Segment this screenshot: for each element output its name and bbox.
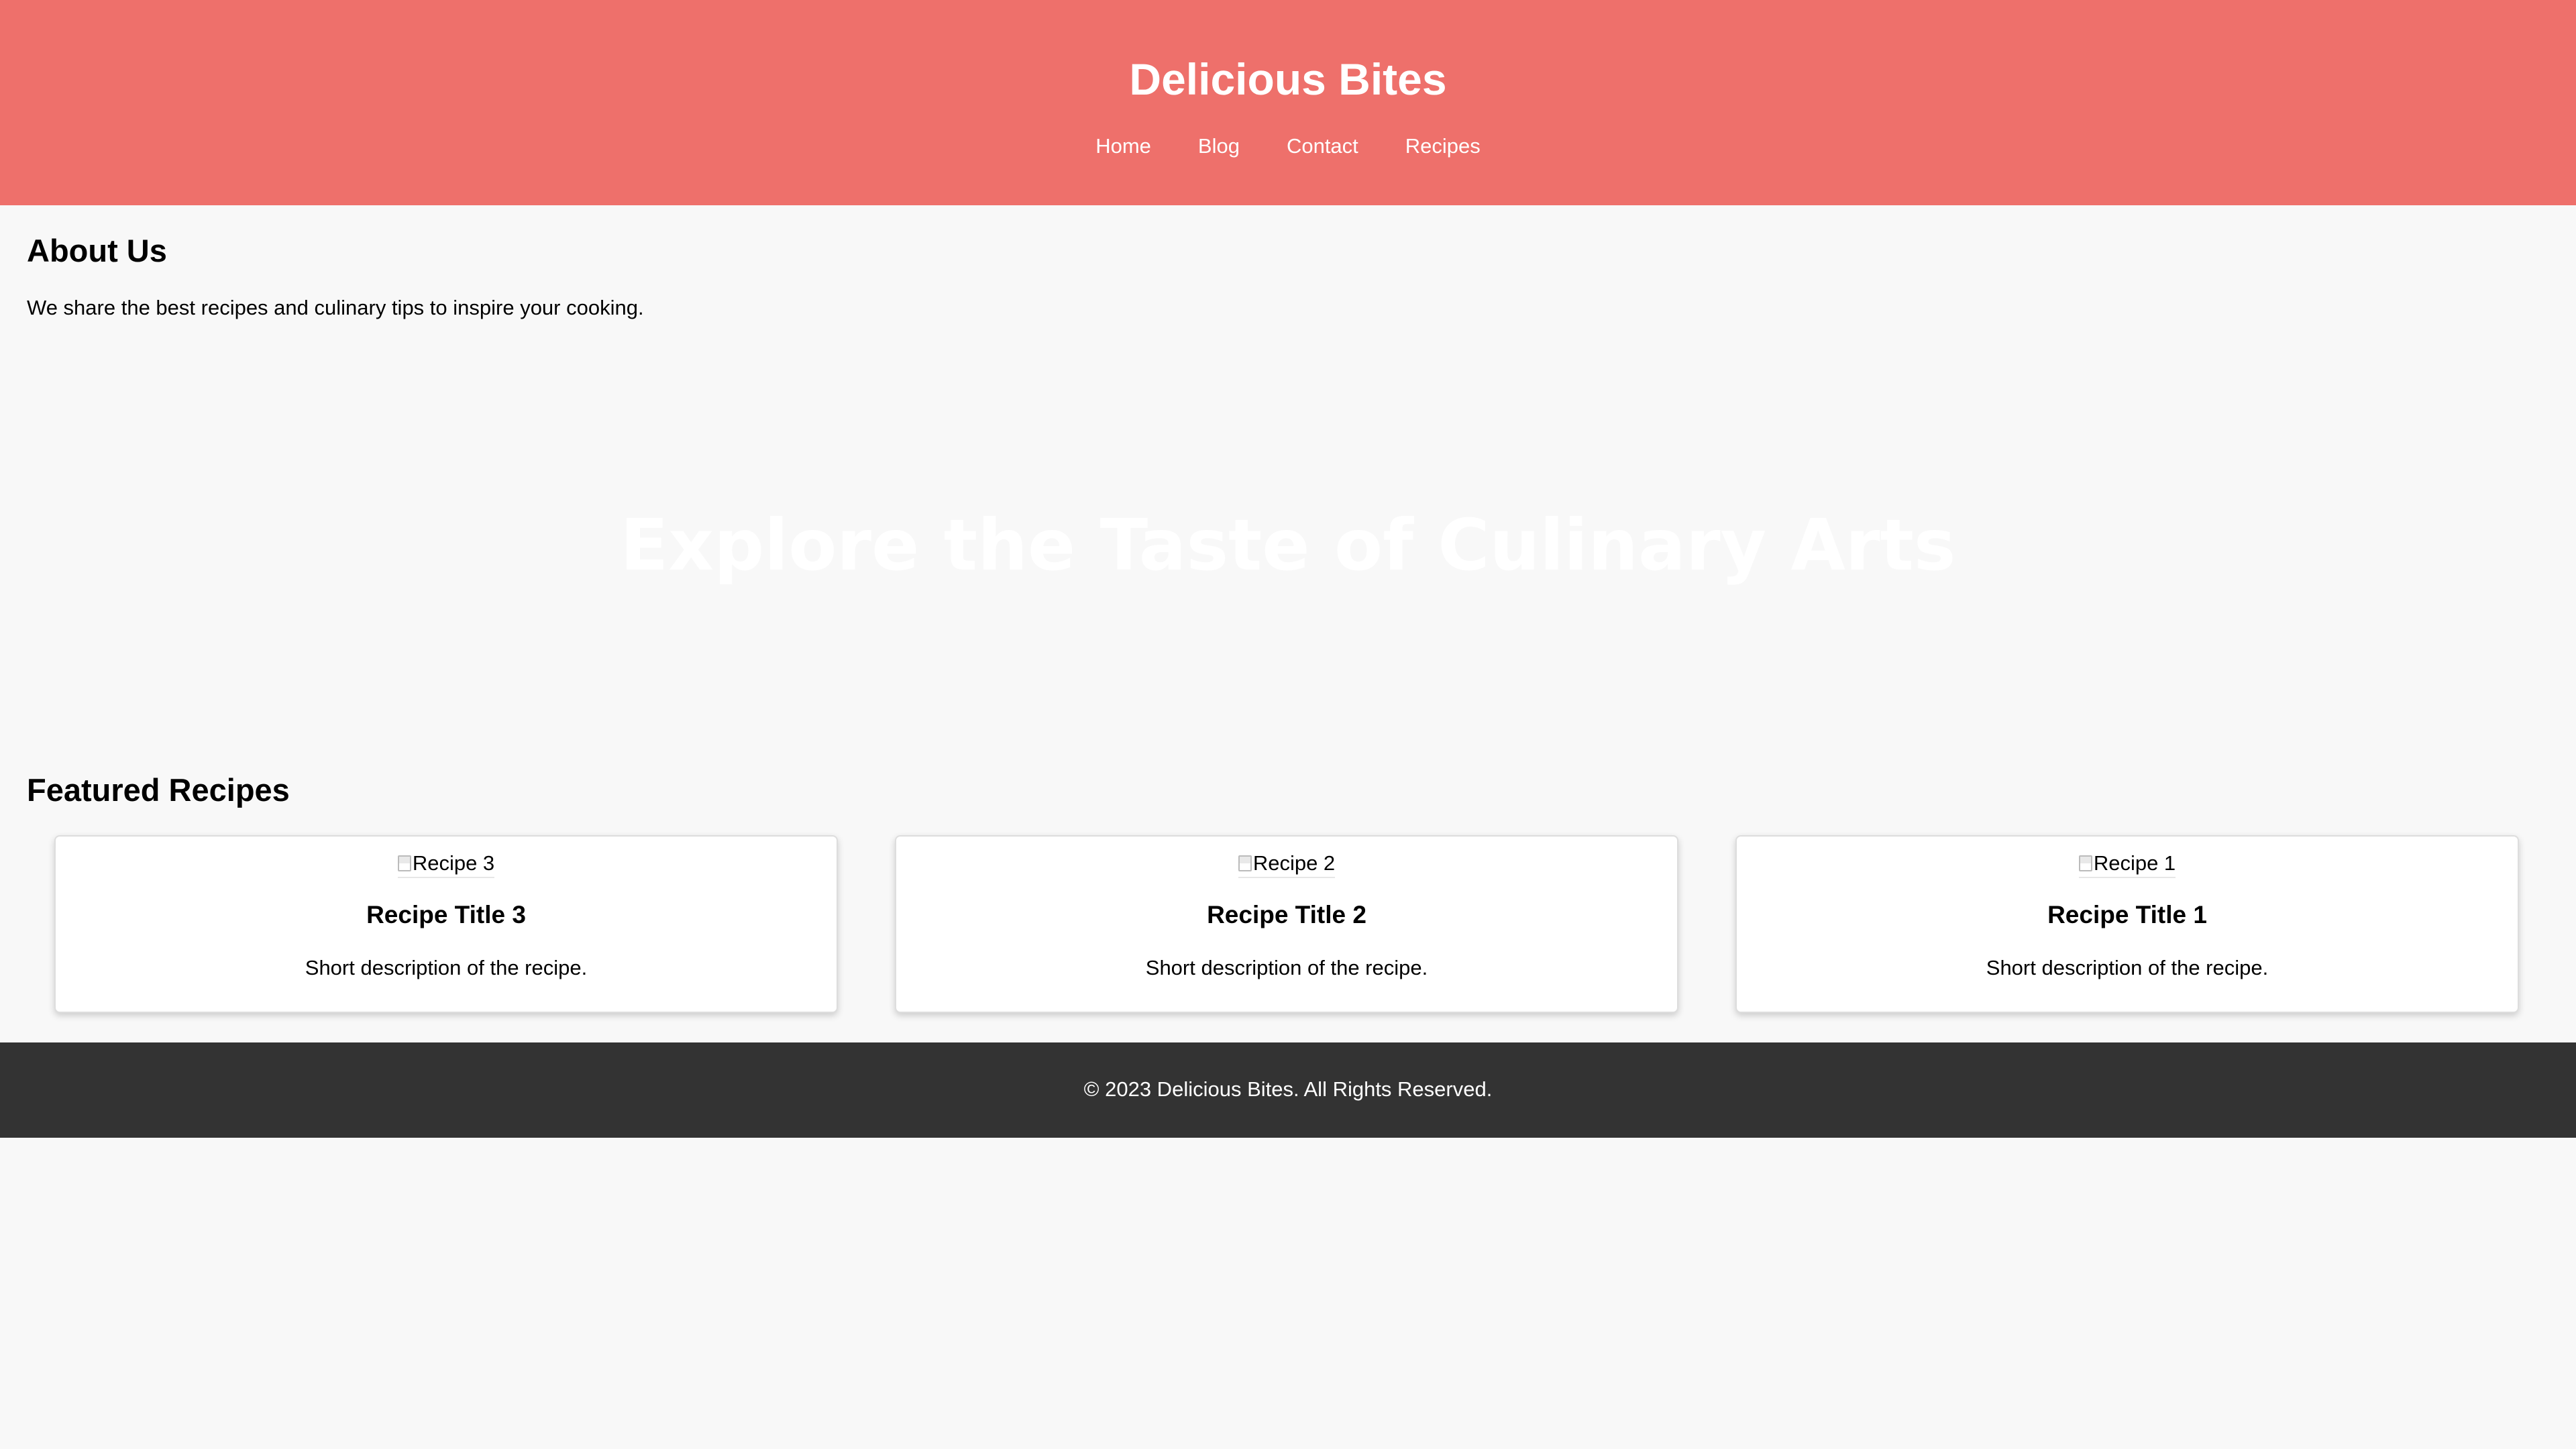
recipe-image[interactable]: Recipe 3	[56, 850, 837, 878]
recipe-description: Short description of the recipe.	[305, 956, 588, 979]
recipe-image[interactable]: Recipe 2	[896, 850, 1677, 878]
recipe-image-placeholder: Recipe 3	[397, 850, 495, 878]
broken-image-icon	[2078, 855, 2092, 871]
recipe-image-alt: Recipe 2	[1252, 851, 1336, 875]
nav-link-home[interactable]: Home	[1095, 133, 1151, 160]
recipe-cards: Recipe 3 Recipe Title 3 Short descriptio…	[54, 835, 2522, 1016]
site-header: Delicious Bites Home Blog Contact Recipe…	[0, 0, 2576, 205]
recipe-image[interactable]: Recipe 1	[1737, 850, 2518, 878]
nav-link-recipes[interactable]: Recipes	[1405, 133, 1481, 160]
recipe-description: Short description of the recipe.	[1145, 956, 1428, 979]
recipe-description: Short description of the recipe.	[1986, 956, 2269, 979]
recipe-title: Recipe Title 2	[1207, 901, 1366, 928]
featured-title: Featured Recipes	[27, 772, 290, 808]
recipe-card[interactable]: Recipe 3 Recipe Title 3 Short descriptio…	[54, 835, 838, 1013]
site-title: Delicious Bites	[1129, 54, 1447, 104]
recipe-card[interactable]: Recipe 1 Recipe Title 1 Short descriptio…	[1735, 835, 2519, 1013]
broken-image-icon	[1238, 855, 1252, 871]
main-nav: Home Blog Contact Recipes	[0, 133, 2576, 160]
page: Delicious Bites Home Blog Contact Recipe…	[0, 0, 2576, 1449]
broken-image-icon	[397, 855, 411, 871]
hero-title: Explore the Taste of Culinary Arts	[620, 504, 1956, 586]
recipe-image-placeholder: Recipe 2	[1238, 850, 1336, 878]
about-title: About Us	[27, 233, 167, 268]
recipe-image-alt: Recipe 1	[2093, 851, 2176, 875]
about-text: We share the best recipes and culinary t…	[27, 296, 644, 319]
recipe-title: Recipe Title 1	[2047, 901, 2207, 928]
nav-link-contact[interactable]: Contact	[1287, 133, 1358, 160]
recipe-image-alt: Recipe 3	[412, 851, 495, 875]
nav-link-blog[interactable]: Blog	[1198, 133, 1240, 160]
footer-copyright: © 2023 Delicious Bites. All Rights Reser…	[1083, 1077, 1493, 1101]
recipe-title: Recipe Title 3	[366, 901, 526, 928]
site-footer: © 2023 Delicious Bites. All Rights Reser…	[0, 1042, 2576, 1138]
recipe-card[interactable]: Recipe 2 Recipe Title 2 Short descriptio…	[895, 835, 1678, 1013]
recipe-image-placeholder: Recipe 1	[2078, 850, 2176, 878]
